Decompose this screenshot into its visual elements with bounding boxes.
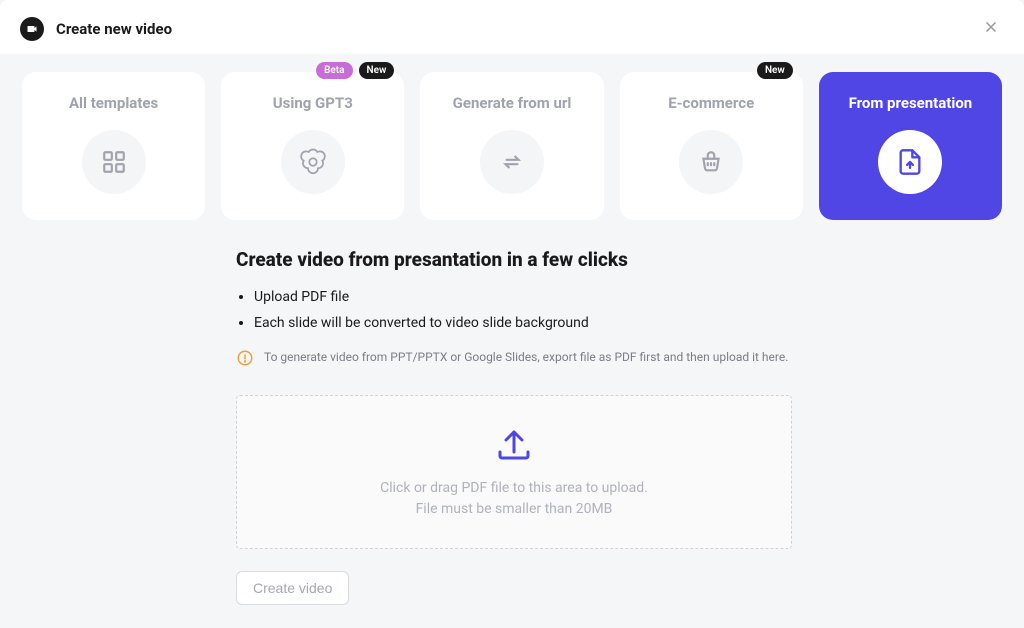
tab-badges: New [757, 62, 793, 79]
info-text: To generate video from PPT/PPTX or Googl… [264, 349, 788, 366]
tab-label: Using GPT3 [273, 94, 353, 112]
video-camera-icon [20, 17, 44, 41]
dropzone-line2: File must be smaller than 20MB [380, 499, 648, 520]
list-item: Upload PDF file [254, 289, 792, 305]
tab-label: E-commerce [668, 94, 754, 112]
upload-dropzone[interactable]: Click or drag PDF file to this area to u… [236, 395, 792, 549]
basket-icon [679, 130, 743, 194]
dropzone-line1: Click or drag PDF file to this area to u… [380, 478, 648, 499]
info-note: To generate video from PPT/PPTX or Googl… [236, 349, 792, 371]
create-video-modal: Create new video All templates Beta New … [0, 0, 1024, 628]
header-left: Create new video [20, 17, 172, 41]
badge-new: New [757, 62, 793, 79]
tab-e-commerce[interactable]: New E-commerce [620, 72, 803, 220]
tab-label: Generate from url [453, 94, 572, 112]
file-upload-icon [878, 130, 942, 194]
tab-generate-from-url[interactable]: Generate from url [420, 72, 603, 220]
swap-arrows-icon [480, 130, 544, 194]
badge-new: New [359, 62, 395, 79]
instruction-list: Upload PDF file Each slide will be conve… [236, 289, 792, 331]
dropzone-text: Click or drag PDF file to this area to u… [380, 478, 648, 520]
grid-icon [82, 130, 146, 194]
info-icon [236, 349, 254, 371]
section-title: Create video from presantation in a few … [236, 248, 792, 271]
tab-using-gpt3[interactable]: Beta New Using GPT3 [221, 72, 404, 220]
tab-all-templates[interactable]: All templates [22, 72, 205, 220]
tab-label: All templates [69, 94, 158, 112]
create-video-button[interactable]: Create video [236, 571, 349, 605]
upload-icon [494, 426, 534, 466]
close-icon [982, 18, 1000, 36]
tab-from-presentation[interactable]: From presentation [819, 72, 1002, 220]
list-item: Each slide will be converted to video sl… [254, 315, 792, 331]
template-tabs: All templates Beta New Using GPT3 Genera… [22, 72, 1002, 220]
modal-body: All templates Beta New Using GPT3 Genera… [0, 54, 1024, 628]
tab-label: From presentation [849, 94, 973, 112]
modal-header: Create new video [0, 0, 1024, 54]
content-area: Create video from presantation in a few … [232, 248, 792, 605]
close-button[interactable] [978, 14, 1004, 44]
modal-title: Create new video [56, 20, 172, 38]
badge-beta: Beta [316, 62, 352, 79]
tab-badges: Beta New [316, 62, 394, 79]
openai-icon [281, 130, 345, 194]
